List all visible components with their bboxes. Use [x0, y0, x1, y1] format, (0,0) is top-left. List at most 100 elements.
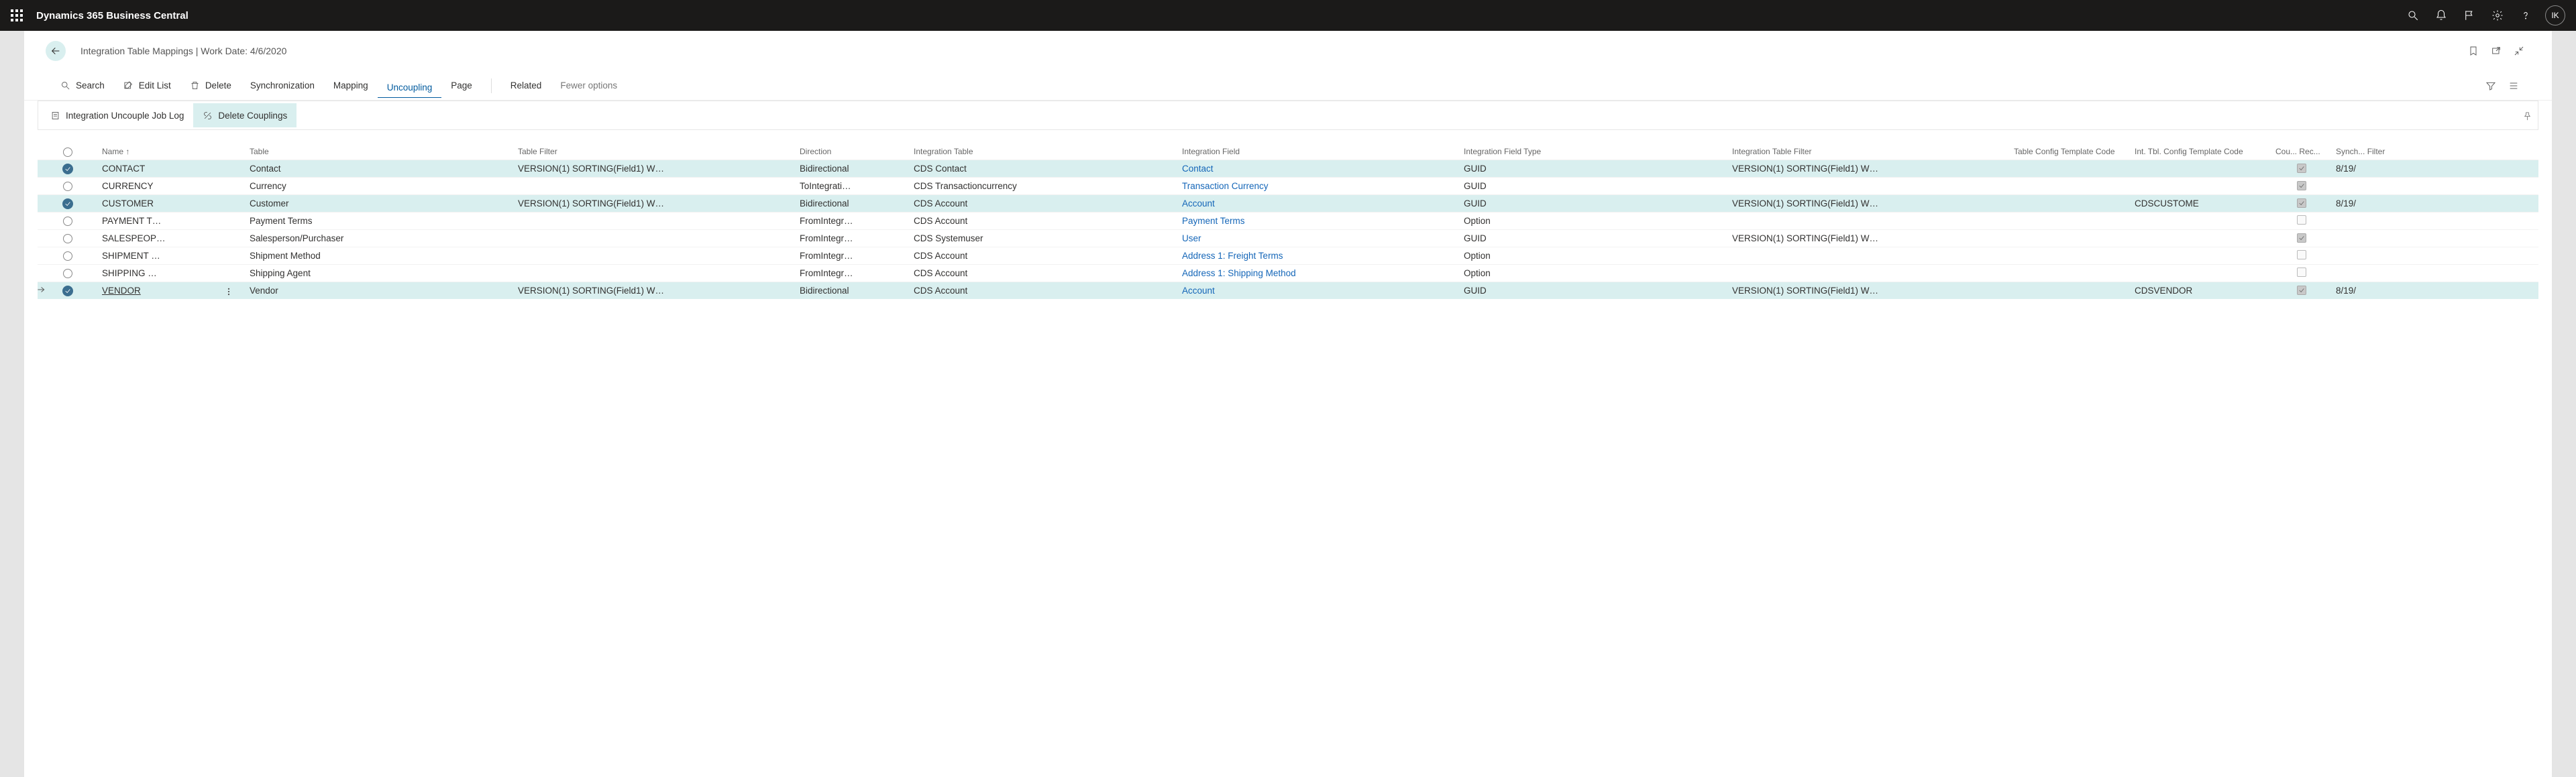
col-direction[interactable]: Direction [796, 130, 910, 160]
table-row[interactable]: CURRENCYCurrencyToIntegrati…CDS Transact… [38, 177, 2538, 194]
gear-icon[interactable] [2483, 0, 2512, 31]
cell-integration-field[interactable]: Contact [1178, 164, 1460, 174]
search-icon[interactable] [2399, 0, 2427, 31]
row-radio[interactable] [63, 217, 72, 226]
list-view-icon[interactable] [2502, 80, 2525, 91]
synchronization-action[interactable]: Synchronization [241, 71, 324, 101]
row-radio[interactable] [63, 269, 72, 278]
cell-integration-field[interactable]: Account [1178, 286, 1460, 296]
row-select[interactable] [38, 164, 98, 174]
cell-integration-field[interactable]: Address 1: Shipping Method [1178, 268, 1460, 278]
row-select[interactable] [38, 234, 98, 243]
cell-cou-rec[interactable] [2271, 250, 2332, 261]
cou-rec-checkbox[interactable] [2297, 198, 2306, 208]
col-integration-table-filter[interactable]: Integration Table Filter [1728, 130, 2010, 160]
col-cou-rec[interactable]: Cou... Rec... [2271, 130, 2332, 160]
cell-integration-table: CDS Account [910, 268, 1178, 278]
table-row[interactable]: PAYMENT T…Payment TermsFromIntegr…CDS Ac… [38, 212, 2538, 229]
cou-rec-checkbox[interactable] [2297, 233, 2306, 243]
delete-couplings-action[interactable]: Delete Couplings [193, 103, 297, 127]
cell-integration-table: CDS Transactioncurrency [910, 181, 1178, 191]
row-select[interactable] [38, 198, 98, 209]
uncouple-log-action[interactable]: Integration Uncouple Job Log [41, 103, 193, 127]
col-select[interactable] [38, 130, 98, 160]
col-table[interactable]: Table [246, 130, 514, 160]
col-table-filter[interactable]: Table Filter [514, 130, 796, 160]
row-select[interactable] [38, 269, 98, 278]
app-launcher-icon[interactable] [11, 9, 23, 21]
cell-name[interactable]: SHIPMENT … [98, 251, 246, 261]
action-bar-separator [491, 78, 492, 93]
cell-cou-rec[interactable] [2271, 198, 2332, 208]
col-integration-table[interactable]: Integration Table [910, 130, 1178, 160]
row-select[interactable] [38, 217, 98, 226]
row-select[interactable] [38, 182, 98, 191]
col-name[interactable]: Name ↑ [98, 130, 246, 160]
mapping-action[interactable]: Mapping [324, 71, 378, 101]
fewer-options-action[interactable]: Fewer options [551, 71, 627, 101]
row-select[interactable] [38, 251, 98, 261]
cou-rec-checkbox[interactable] [2297, 164, 2306, 173]
row-more-icon[interactable] [224, 287, 233, 296]
col-int-tbl-config[interactable]: Int. Tbl. Config Template Code [2131, 130, 2271, 160]
table-row[interactable]: SHIPPING …Shipping AgentFromIntegr…CDS A… [38, 264, 2538, 282]
cou-rec-checkbox[interactable] [2297, 286, 2306, 295]
cell-name[interactable]: VENDOR [98, 286, 246, 296]
col-synch-filter[interactable]: Synch... Filter [2332, 130, 2412, 160]
cell-integration-field[interactable]: Transaction Currency [1178, 181, 1460, 191]
bookmark-icon[interactable] [2462, 40, 2485, 62]
avatar[interactable]: IK [2545, 5, 2565, 25]
edit-list-action[interactable]: Edit List [114, 71, 180, 101]
page-action[interactable]: Page [441, 71, 482, 101]
cell-direction: FromIntegr… [796, 268, 910, 278]
related-action[interactable]: Related [501, 71, 551, 101]
cell-cou-rec[interactable] [2271, 286, 2332, 296]
edit-list-action-label: Edit List [139, 80, 171, 91]
cell-cou-rec[interactable] [2271, 181, 2332, 191]
cell-integration-field[interactable]: User [1178, 233, 1460, 243]
table-row[interactable]: SALESPEOP…Salesperson/PurchaserFromInteg… [38, 229, 2538, 247]
related-action-label: Related [511, 80, 542, 91]
back-button[interactable] [46, 41, 66, 61]
cell-cou-rec[interactable] [2271, 267, 2332, 279]
cell-integration-field-type: Option [1460, 268, 1728, 278]
cell-name[interactable]: SHIPPING … [98, 268, 246, 278]
cou-rec-checkbox[interactable] [2297, 250, 2306, 259]
pin-icon[interactable] [2522, 101, 2532, 131]
cell-name[interactable]: CUSTOMER [98, 198, 246, 208]
cell-table-filter: VERSION(1) SORTING(Field1) W… [514, 286, 796, 296]
cou-rec-checkbox[interactable] [2297, 267, 2306, 277]
table-row[interactable]: SHIPMENT …Shipment MethodFromIntegr…CDS … [38, 247, 2538, 264]
table-row[interactable]: CONTACTContactVERSION(1) SORTING(Field1)… [38, 160, 2538, 177]
collapse-icon[interactable] [2508, 40, 2530, 62]
popout-icon[interactable] [2485, 40, 2508, 62]
cou-rec-checkbox[interactable] [2297, 181, 2306, 190]
cell-name[interactable]: PAYMENT T… [98, 216, 246, 226]
cell-cou-rec[interactable] [2271, 164, 2332, 174]
col-table-config[interactable]: Table Config Template Code [2010, 130, 2131, 160]
filter-icon[interactable] [2479, 80, 2502, 91]
cou-rec-checkbox[interactable] [2297, 215, 2306, 225]
cell-cou-rec[interactable] [2271, 215, 2332, 227]
row-radio[interactable] [63, 182, 72, 191]
row-select[interactable] [38, 286, 98, 296]
search-action[interactable]: Search [51, 71, 114, 101]
help-icon[interactable] [2512, 0, 2540, 31]
table-row[interactable]: CUSTOMERCustomerVERSION(1) SORTING(Field… [38, 194, 2538, 212]
col-integration-field-type[interactable]: Integration Field Type [1460, 130, 1728, 160]
delete-action[interactable]: Delete [180, 71, 241, 101]
cell-integration-field[interactable]: Payment Terms [1178, 216, 1460, 226]
uncoupling-action[interactable]: Uncoupling [378, 78, 442, 98]
cell-integration-field[interactable]: Address 1: Freight Terms [1178, 251, 1460, 261]
cell-integration-field[interactable]: Account [1178, 198, 1460, 208]
cell-cou-rec[interactable] [2271, 233, 2332, 243]
cell-name[interactable]: CURRENCY [98, 181, 246, 191]
bell-icon[interactable] [2427, 0, 2455, 31]
cell-name[interactable]: CONTACT [98, 164, 246, 174]
table-row[interactable]: VENDORVendorVERSION(1) SORTING(Field1) W… [38, 282, 2538, 299]
col-integration-field[interactable]: Integration Field [1178, 130, 1460, 160]
flag-icon[interactable] [2455, 0, 2483, 31]
row-radio[interactable] [63, 251, 72, 261]
cell-name[interactable]: SALESPEOP… [98, 233, 246, 243]
row-radio[interactable] [63, 234, 72, 243]
